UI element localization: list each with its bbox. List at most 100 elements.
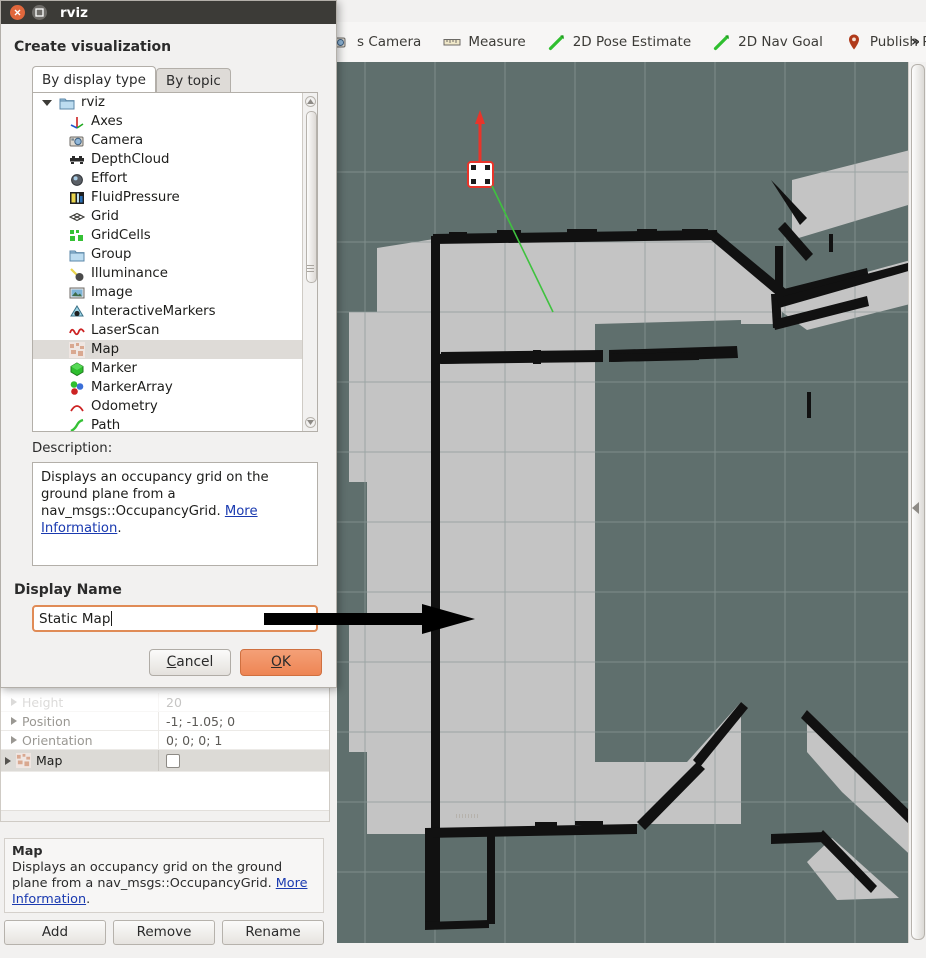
property-value[interactable]: -1; -1.05; 0 <box>158 712 329 730</box>
tree-item-depthcloud[interactable]: DepthCloud <box>33 150 303 169</box>
path-icon <box>70 418 84 431</box>
scroll-down-icon[interactable] <box>305 417 316 428</box>
property-value[interactable]: 20 <box>158 693 329 711</box>
chevron-down-icon[interactable] <box>42 99 52 106</box>
tree-item-laserscan[interactable]: LaserScan <box>33 321 303 340</box>
properties-horizontal-scrollbar[interactable] <box>1 810 478 821</box>
tree-item-effort[interactable]: Effort <box>33 169 303 188</box>
text-cursor <box>111 611 113 626</box>
ok-accel: O <box>271 654 282 670</box>
tree-item-grid[interactable]: Grid <box>33 207 303 226</box>
scroll-up-icon[interactable] <box>305 96 316 107</box>
dialog-heading: Create visualization <box>14 39 172 55</box>
axes-icon <box>70 116 84 129</box>
tab-by-topic[interactable]: By topic <box>155 68 231 93</box>
toolbar-overflow-button[interactable]: » <box>911 34 920 50</box>
interactive-markers-icon <box>70 304 84 316</box>
viewport-scrollbar[interactable] <box>908 62 926 943</box>
description-box: Displays an occupancy grid on the ground… <box>32 462 318 566</box>
tree-item-label: Map <box>91 342 120 357</box>
dialog-tabs: By display type By topic <box>32 66 231 93</box>
toolbar-item-measure[interactable]: Measure <box>433 29 535 55</box>
tree-root-rviz[interactable]: rviz <box>33 93 303 112</box>
tree-item-label: Group <box>91 247 132 262</box>
display-name-value: Static Map <box>39 610 111 627</box>
image-icon <box>69 287 85 298</box>
cancel-button[interactable]: Cancel <box>149 649 231 676</box>
viewport-collapse-arrow-icon[interactable] <box>912 502 919 514</box>
expand-caret-icon[interactable] <box>11 698 17 706</box>
map-enabled-checkbox[interactable] <box>166 753 180 768</box>
properties-scrollbar-grip[interactable] <box>456 814 478 818</box>
tree-item-illuminance[interactable]: Illuminance <box>33 264 303 283</box>
cancel-accel: C <box>166 654 177 670</box>
property-value[interactable]: 0; 0; 0; 1 <box>158 731 329 749</box>
toolbar-item-label: 2D Pose Estimate <box>572 34 692 50</box>
nav-goal-arrow-icon <box>714 35 730 51</box>
tree-item-label: FluidPressure <box>91 190 180 205</box>
rename-button[interactable]: Rename <box>222 920 324 945</box>
tab-by-display-type[interactable]: By display type <box>32 66 156 93</box>
tree-root-label: rviz <box>81 95 106 110</box>
tree-scrollbar[interactable] <box>302 93 317 431</box>
add-button[interactable]: Add <box>4 920 106 945</box>
illuminance-icon <box>70 267 84 281</box>
remove-button[interactable]: Remove <box>113 920 215 945</box>
ok-rest: K <box>281 654 291 670</box>
help-text-tail: . <box>86 892 91 907</box>
tree-scrollbar-thumb[interactable] <box>306 111 317 283</box>
laserscan-icon <box>69 327 85 335</box>
tree-item-map[interactable]: Map <box>33 340 303 359</box>
toolbar-item-label: s Camera <box>357 34 422 50</box>
tree-item-odometry[interactable]: Odometry <box>33 397 303 416</box>
property-row-orientation[interactable]: Orientation 0; 0; 0; 1 <box>1 731 329 750</box>
toolbar-item-2d-nav-goal[interactable]: 2D Nav Goal <box>703 29 833 55</box>
tree-item-label: InteractiveMarkers <box>91 304 216 319</box>
close-icon[interactable] <box>10 5 25 20</box>
tree-item-axes[interactable]: Axes <box>33 112 303 131</box>
tree-item-fluidpressure[interactable]: FluidPressure <box>33 188 303 207</box>
cancel-rest: ancel <box>176 654 214 670</box>
toolbar-item-label: Measure <box>468 34 526 50</box>
property-value[interactable] <box>158 750 329 771</box>
tree-item-label: Grid <box>91 209 119 224</box>
property-row-height[interactable]: Height 20 <box>1 693 329 712</box>
tree-item-label: Marker <box>91 361 137 376</box>
display-name-input[interactable]: Static Map <box>32 605 318 632</box>
map-icon <box>16 753 31 768</box>
expand-caret-icon[interactable] <box>5 756 11 765</box>
expand-caret-icon[interactable] <box>11 717 17 725</box>
tree-item-label: Path <box>91 418 121 432</box>
map-pin-icon <box>848 34 859 50</box>
toolbar-item-camera[interactable]: s Camera <box>322 29 431 55</box>
3d-viewport[interactable] <box>337 62 918 943</box>
tree-item-label: Illuminance <box>91 266 168 281</box>
tree-item-interactivemarkers[interactable]: InteractiveMarkers <box>33 302 303 321</box>
expand-caret-icon[interactable] <box>11 736 17 744</box>
effort-icon <box>71 173 83 186</box>
tree-item-camera[interactable]: Camera <box>33 131 303 150</box>
tree-item-gridcells[interactable]: GridCells <box>33 226 303 245</box>
tree-item-label: Camera <box>91 133 144 148</box>
property-label: Position <box>22 713 71 729</box>
tree-item-image[interactable]: Image <box>33 283 303 302</box>
property-row-map[interactable]: Map <box>1 750 329 772</box>
property-label: Orientation <box>22 732 93 748</box>
folder-icon <box>69 250 85 261</box>
tree-item-path[interactable]: Path <box>33 416 303 432</box>
tree-item-label: Effort <box>91 171 128 186</box>
toolbar-item-2d-pose-estimate[interactable]: 2D Pose Estimate <box>538 29 701 55</box>
map-icon <box>69 341 85 358</box>
dialog-titlebar[interactable]: rviz <box>1 1 336 24</box>
ok-button[interactable]: OK <box>240 649 322 676</box>
tree-item-marker[interactable]: Marker <box>33 359 303 378</box>
display-type-tree[interactable]: rviz Axes Camera DepthCloud Effort Fluid… <box>32 92 318 432</box>
maximize-icon[interactable] <box>32 5 47 20</box>
display-action-buttons: Add Remove Rename <box>4 920 324 945</box>
odometry-icon <box>70 404 84 411</box>
tree-item-label: Image <box>91 285 133 300</box>
tree-item-group[interactable]: Group <box>33 245 303 264</box>
help-text: Displays an occupancy grid on the ground… <box>12 860 316 908</box>
property-row-position[interactable]: Position -1; -1.05; 0 <box>1 712 329 731</box>
tree-item-markerarray[interactable]: MarkerArray <box>33 378 303 397</box>
